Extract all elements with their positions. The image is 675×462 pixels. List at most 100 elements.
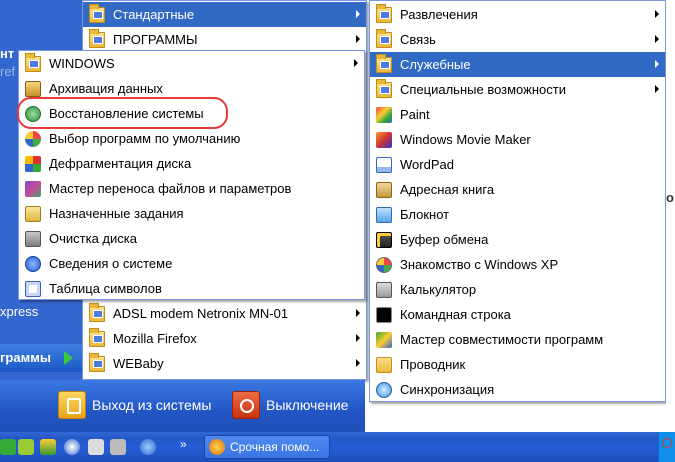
menu-item-label: Связь	[400, 32, 436, 47]
menu-item-system-tools[interactable]: Служебные	[370, 52, 665, 77]
menu-item-compat-wizard[interactable]: Мастер совместимости программ	[370, 327, 665, 352]
submenu-arrow-icon	[354, 59, 358, 67]
menu-item-wordpad[interactable]: WordPad	[370, 152, 665, 177]
folder-icon	[89, 327, 105, 347]
menu-item-label: Стандартные	[113, 7, 195, 22]
menu-item-label: Таблица символов	[49, 281, 162, 296]
start-menu-footer: Выход из системы Выключение	[0, 380, 365, 432]
folder-icon	[89, 3, 105, 23]
submenu-arrow-icon	[356, 359, 360, 367]
menu-item-calculator[interactable]: Калькулятор	[370, 277, 665, 302]
clipboard-icon	[376, 231, 392, 248]
menu-item-paint[interactable]: Paint	[370, 102, 665, 127]
menu-item-address-book[interactable]: Адресная книга	[370, 177, 665, 202]
menu-item-backup[interactable]: Архивация данных	[19, 76, 364, 101]
menu-item-label: Синхронизация	[400, 382, 495, 397]
folder-icon	[376, 28, 392, 48]
menu-item-windows[interactable]: WINDOWS	[19, 51, 364, 76]
folder-icon	[376, 53, 392, 73]
media-player-icon[interactable]	[64, 439, 80, 455]
logoff-icon	[58, 391, 86, 419]
menu-item-programs[interactable]: ПРОГРАММЫ	[83, 27, 366, 52]
menu-item-label: Очистка диска	[49, 231, 137, 246]
menu-item-label: Windows Movie Maker	[400, 132, 531, 147]
green-arrow-icon	[64, 351, 73, 365]
menu-item-firefox[interactable]: Mozilla Firefox	[83, 326, 366, 351]
menu-item-notepad[interactable]: Блокнот	[370, 202, 665, 227]
system-info-icon	[25, 255, 41, 272]
submenu-arrow-icon	[655, 85, 659, 93]
calculator-icon	[376, 281, 392, 298]
wordpad-icon	[376, 156, 392, 173]
backup-icon	[25, 80, 41, 97]
logoff-button[interactable]: Выход из системы	[58, 388, 211, 422]
folder-icon	[376, 3, 392, 23]
menu-item-sync[interactable]: Синхронизация	[370, 377, 665, 402]
menu-item-label: Адресная книга	[400, 182, 495, 197]
menu-item-cmd[interactable]: Командная строка	[370, 302, 665, 327]
folder-icon	[89, 302, 105, 322]
menu-item-label: Знакомство с Windows XP	[400, 257, 559, 272]
quicklaunch-icon[interactable]	[0, 439, 16, 455]
menu-item-standard[interactable]: Стандартные	[83, 2, 366, 27]
paint-icon	[376, 106, 392, 123]
system-restore-icon	[25, 105, 41, 122]
folder-icon	[376, 78, 392, 98]
all-programs-button[interactable]: граммы	[0, 344, 82, 372]
default-programs-icon	[25, 130, 41, 147]
chevron-icon[interactable]: »	[180, 437, 187, 451]
quicklaunch-icon[interactable]	[40, 439, 56, 455]
menu-item-explorer[interactable]: Проводник	[370, 352, 665, 377]
movie-maker-icon	[376, 131, 392, 148]
menu-item-system-restore[interactable]: Восстановление системы	[19, 101, 364, 126]
menu-item-system-info[interactable]: Сведения о системе	[19, 251, 364, 276]
transfer-wizard-icon	[25, 180, 41, 197]
menu-item-adsl[interactable]: ADSL modem Netronix MN-01	[83, 301, 366, 326]
tour-icon	[376, 256, 392, 273]
shutdown-button[interactable]: Выключение	[232, 388, 348, 422]
accessories-menu: Развлечения Связь Служебные Специальные …	[369, 0, 666, 402]
quicklaunch-icon[interactable]	[110, 439, 126, 455]
quicklaunch-icon[interactable]	[88, 439, 104, 455]
address-book-icon	[376, 181, 392, 198]
start-menu-fragment-text: xpress	[0, 304, 39, 319]
menu-item-label: Архивация данных	[49, 81, 163, 96]
menu-item-label: ADSL modem Netronix MN-01	[113, 306, 289, 321]
menu-item-label: Выбор программ по умолчанию	[49, 131, 241, 146]
menu-item-label: Проводник	[400, 357, 466, 372]
background-window-fragment: о	[666, 0, 675, 432]
menu-item-label: Служебные	[400, 57, 471, 72]
menu-item-label: Сведения о системе	[49, 256, 173, 271]
cmd-icon	[376, 306, 392, 323]
ie-icon[interactable]	[140, 439, 156, 455]
menu-item-tour[interactable]: Знакомство с Windows XP	[370, 252, 665, 277]
submenu-arrow-icon	[356, 309, 360, 317]
menu-item-scheduled-tasks[interactable]: Назначенные задания	[19, 201, 364, 226]
menu-item-webaby[interactable]: WEBaby	[83, 351, 366, 376]
system-tray	[658, 432, 675, 462]
menu-item-entertainment[interactable]: Развлечения	[370, 2, 665, 27]
menu-item-charmap[interactable]: Таблица символов	[19, 276, 364, 301]
menu-item-defrag[interactable]: Дефрагментация диска	[19, 151, 364, 176]
quicklaunch-icon[interactable]	[18, 439, 34, 455]
menu-item-clipboard[interactable]: Буфер обмена	[370, 227, 665, 252]
taskbar-button[interactable]: Срочная помо...	[204, 435, 330, 459]
menu-item-label: Mozilla Firefox	[113, 331, 197, 346]
menu-item-disk-cleanup[interactable]: Очистка диска	[19, 226, 364, 251]
menu-item-accessibility[interactable]: Специальные возможности	[370, 77, 665, 102]
scheduled-tasks-icon	[25, 205, 41, 222]
menu-item-label: Мастер совместимости программ	[400, 332, 604, 347]
menu-item-movie-maker[interactable]: Windows Movie Maker	[370, 127, 665, 152]
taskbar: » Срочная помо...	[0, 432, 675, 462]
menu-item-label: Мастер переноса файлов и параметров	[49, 181, 292, 196]
taskbar-button-label: Срочная помо...	[230, 440, 320, 454]
tray-icon[interactable]	[662, 438, 672, 448]
compat-wizard-icon	[376, 331, 392, 348]
menu-item-transfer-wizard[interactable]: Мастер переноса файлов и параметров	[19, 176, 364, 201]
all-programs-label: граммы	[0, 350, 51, 365]
menu-item-default-programs[interactable]: Выбор программ по умолчанию	[19, 126, 364, 151]
menu-item-communications[interactable]: Связь	[370, 27, 665, 52]
sync-icon	[376, 381, 392, 398]
submenu-arrow-icon	[356, 334, 360, 342]
menu-item-label: Восстановление системы	[49, 106, 204, 121]
